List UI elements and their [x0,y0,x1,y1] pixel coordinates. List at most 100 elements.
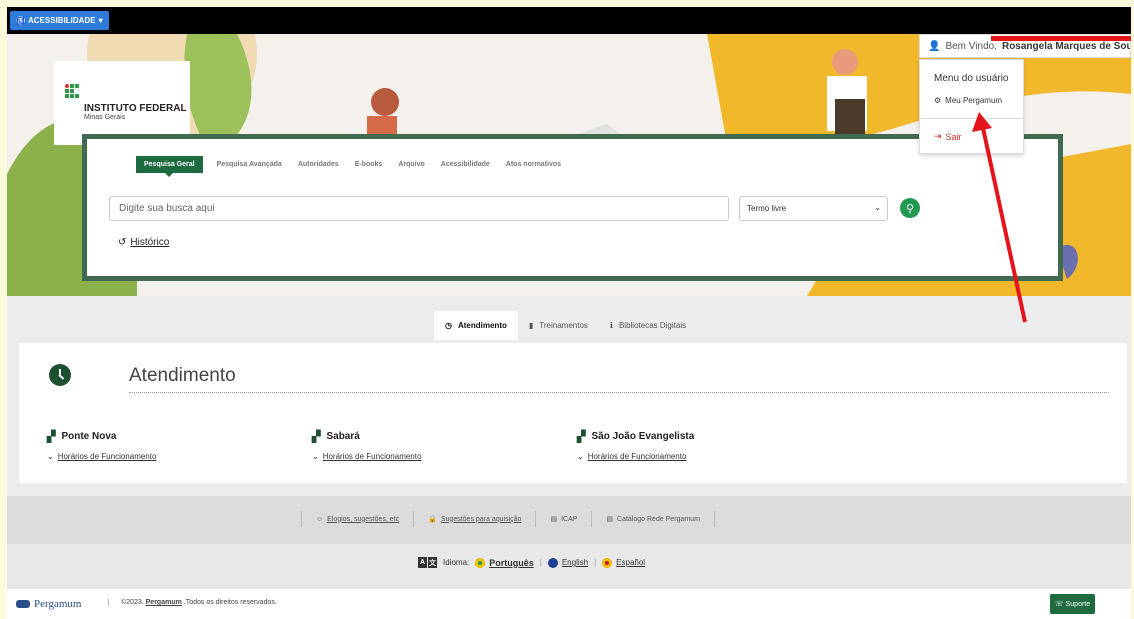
history-icon: ↺ [118,237,127,248]
hours-link-label: Horários de Funcionamento [587,452,687,461]
tab-atendimento[interactable]: ◷ Atendimento [434,311,518,340]
history-link[interactable]: ↺ Histórico [118,237,169,248]
footer-link-catalog[interactable]: ▤ Catálogo Rede Pergamum [592,511,715,527]
logo-mark-icon [65,84,79,101]
tab-label: Treinamentos [539,321,588,330]
hours-link[interactable]: ⌄ Horários de Funcionamento [47,452,156,461]
user-name: Rosangela Marques de Souza [1001,40,1131,52]
language-option-label: English [561,558,589,567]
attendance-divider [129,392,1109,393]
menu-item-meu-pergamum[interactable]: ⚙ Meu Pergamum [934,96,1002,105]
logout-icon: ⇥ [934,131,942,141]
institution-logo[interactable]: INSTITUTO FEDERAL Minas Gerais [54,61,190,145]
search-input[interactable]: Digite sua busca aqui [109,196,729,221]
language-portuguese[interactable]: Português [475,557,534,568]
location-name: Sabará [326,431,360,442]
copyright: ©2023. Pergamum .Todos os direitos reser… [108,599,277,606]
redaction-bar [991,36,1131,41]
search-panel: Pesquisa Geral Pesquisa Avançada Autorid… [82,134,1063,281]
location-name: São João Evangelista [591,431,695,442]
search-tabs: Pesquisa Geral Pesquisa Avançada Autorid… [136,156,569,177]
database-icon: ▤ [606,516,614,523]
tab-ebooks[interactable]: E-books [347,156,391,173]
hours-link[interactable]: ⌄ Horários de Funcionamento [577,452,694,461]
bookmark-icon: ▮ [528,321,534,330]
tab-pesquisa-geral[interactable]: Pesquisa Geral [136,156,203,177]
pergamum-logo[interactable]: Pergamum [16,598,81,610]
tab-pesquisa-avancada[interactable]: Pesquisa Avançada [209,156,290,173]
footer-link-label: Sugestões para aquisição [440,515,522,523]
chevron-down-icon: ⌄ [47,452,54,461]
headset-icon: ☏ [1054,601,1064,608]
chevron-down-icon: ▾ [98,16,103,25]
attendance-title: Atendimento [129,365,236,386]
location-sao-joao-evangelista: ▞ São João Evangelista ⌄ Horários de Funci… [577,430,694,461]
user-icon: 👤 [928,40,941,52]
menu-divider [920,118,1023,119]
footer-links-bar: ☺ Elogios, sugestões, etc 🔒 Sugestões para… [7,496,1131,544]
user-menu-title: Menu do usuário [934,73,1009,84]
uk-flag-icon [547,557,558,568]
language-english[interactable]: English [547,557,589,568]
logo-title: INSTITUTO FEDERAL [84,103,187,114]
footer-link-icap[interactable]: ▤ ICAP [536,511,593,527]
chevron-down-icon: ⌄ [577,452,584,461]
copyright-prefix: ©2023. [121,599,144,606]
search-type-select[interactable]: Termo livre ⌄ [739,196,888,221]
info-icon: ℹ [609,321,613,330]
database-icon: ▤ [550,516,558,523]
clock-icon [49,364,71,386]
logo-subtitle: Minas Gerais [84,114,126,121]
language-option-label: Español [616,558,646,567]
language-label: Idioma: [443,558,470,567]
copyright-brand-link[interactable]: Pergamum [146,599,182,606]
pergamum-logo-icon [16,600,30,608]
separator: | [539,558,542,567]
tab-autoridades[interactable]: Autoridades [290,156,347,173]
chevron-down-icon: ⌄ [312,452,319,461]
tab-acessibilidade[interactable]: Acessibilidade [433,156,498,173]
attendance-panel: Atendimento ▞ Ponte Nova ⌄ Horários de Fun… [19,343,1127,483]
location-sabara: ▞ Sabará ⌄ Horários de Funcionamento [312,430,421,461]
accessibility-button[interactable]: ♿ ACESSIBILIDADE ▾ [10,11,109,30]
language-spanish[interactable]: Español [602,557,646,568]
tab-treinamentos[interactable]: ▮ Treinamentos [518,311,599,340]
search-icon: ⚲ [905,202,915,215]
menu-item-sair[interactable]: ⇥ Sair [934,131,962,142]
hours-link[interactable]: ⌄ Horários de Funcionamento [312,452,421,461]
browser-frame: ♿ ACESSIBILIDADE ▾ INSTITUTO FEDERAL Min… [7,7,1131,619]
spain-flag-icon [602,557,613,568]
chevron-down-icon: ⌄ [874,203,881,212]
lock-icon: 🔒 [428,516,437,523]
gear-icon: ⚙ [934,96,942,105]
history-label: Histórico [130,237,170,248]
footer-link-label: Catálogo Rede Pergamum [617,515,700,523]
pergamum-brand: Pergamum [34,598,82,610]
language-option-label: Português [489,557,534,568]
brazil-flag-icon [475,557,486,568]
translate-icon: A文 [418,557,437,568]
user-menu: Menu do usuário ⚙ Meu Pergamum ⇥ Sair [919,59,1024,154]
search-type-value: Termo livre [747,204,787,213]
footer-link-feedback[interactable]: ☺ Elogios, sugestões, etc [301,511,415,527]
tab-atos-normativos[interactable]: Atos normativos [498,156,569,173]
tab-arquivo[interactable]: Arquivo [390,156,432,173]
chat-icon: ☺ [316,515,324,523]
tab-bibliotecas-digitais[interactable]: ℹ Bibliotecas Digitais [599,311,697,340]
library-icon: ▞ [312,431,321,443]
library-icon: ▞ [577,431,586,443]
footer-link-acquisition[interactable]: 🔒 Sugestões para aquisição [414,511,537,527]
copyright-suffix: .Todos os direitos reservados. [183,599,277,606]
accessibility-icon: ♿ [16,16,25,25]
search-button[interactable]: ⚲ [900,198,920,218]
hours-link-label: Horários de Funcionamento [57,452,157,461]
tab-label: Bibliotecas Digitais [618,321,687,330]
support-button[interactable]: ☏ Suporte [1050,594,1095,614]
accessibility-label: ACESSIBILIDADE [28,16,96,25]
footer-link-label: Elogios, sugestões, etc [327,515,400,523]
language-bar: A文 Idioma: Português | English | Español [7,544,1131,589]
welcome-text: Bem Vindo, [945,40,997,52]
top-bar: ♿ ACESSIBILIDADE ▾ [7,7,1131,34]
clock-icon: ◷ [445,321,452,330]
footer-link-label: ICAP [561,515,578,523]
